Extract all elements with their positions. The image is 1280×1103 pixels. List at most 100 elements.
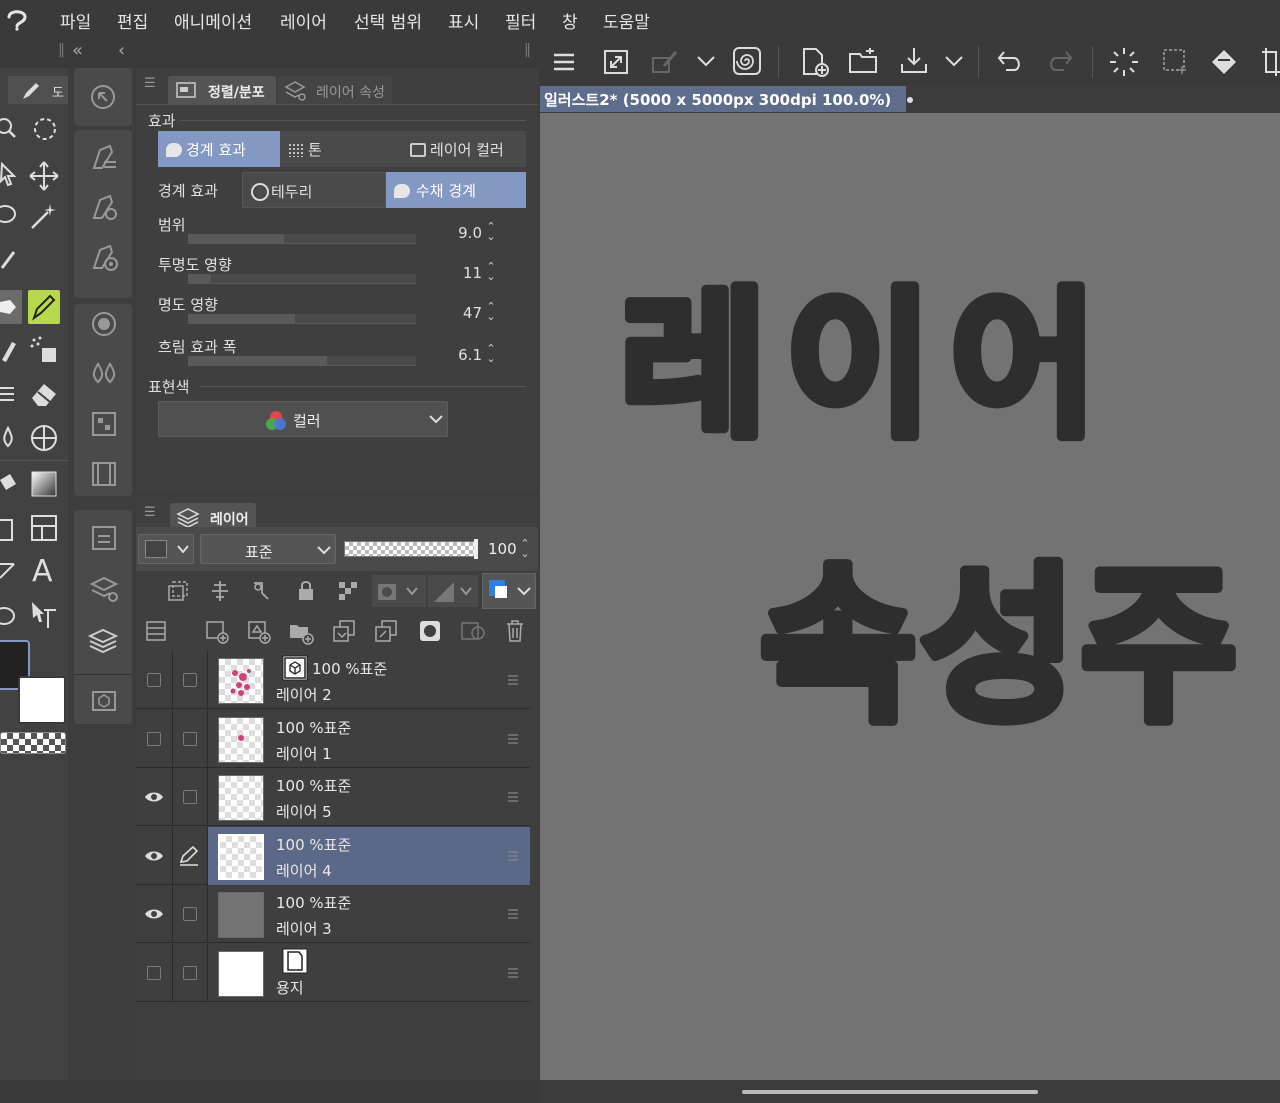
layer-color-dropdown[interactable] bbox=[138, 534, 194, 564]
tone-button[interactable]: 톤 bbox=[280, 131, 402, 167]
new-vector-layer-icon[interactable] bbox=[246, 619, 272, 645]
value-stepper[interactable]: ⌃ ⌄ bbox=[484, 343, 498, 366]
drawing-canvas[interactable]: 레이어 속성주 bbox=[540, 113, 1280, 1080]
zoom-icon[interactable] bbox=[0, 116, 18, 142]
apply-mask-icon[interactable] bbox=[460, 619, 486, 643]
transparent-color-swatch[interactable] bbox=[0, 732, 66, 754]
undo-icon[interactable] bbox=[996, 48, 1024, 76]
canvas-tab[interactable]: 일러스트2* (5000 x 5000px 300dpi 100.0%) bbox=[540, 86, 913, 112]
new-folder-icon[interactable] bbox=[288, 619, 314, 645]
gradient-icon[interactable] bbox=[30, 470, 58, 498]
lock-icon[interactable] bbox=[294, 579, 318, 603]
material-box-icon[interactable] bbox=[90, 686, 118, 714]
visibility-checkbox[interactable] bbox=[147, 731, 161, 746]
horizontal-scrollbar[interactable] bbox=[742, 1090, 1038, 1094]
chevron-down-icon[interactable] bbox=[944, 54, 964, 68]
clipping-icon[interactable] bbox=[166, 579, 190, 603]
layer-color-mode-dropdown[interactable] bbox=[482, 573, 536, 609]
menu-view[interactable]: 표시 bbox=[448, 8, 479, 33]
decoration-icon[interactable] bbox=[0, 380, 18, 408]
blend-mode-dropdown[interactable]: 표준 bbox=[200, 534, 336, 564]
collapse-double-icon[interactable]: « bbox=[72, 40, 83, 61]
blend-icon[interactable] bbox=[0, 424, 18, 452]
slider-track[interactable] bbox=[188, 234, 416, 244]
layer-row[interactable]: 100 %표준 레이어 4 bbox=[136, 826, 530, 885]
object-select-icon[interactable] bbox=[0, 160, 18, 188]
brush-icon[interactable] bbox=[0, 334, 18, 364]
drag-handle-icon[interactable] bbox=[508, 674, 518, 686]
frame-border-icon[interactable] bbox=[30, 514, 58, 542]
lock-checkbox[interactable] bbox=[183, 790, 197, 804]
tab-layer-property[interactable]: 레이어 속성 bbox=[278, 76, 392, 104]
lock-checkbox[interactable] bbox=[183, 965, 197, 980]
color-wheel-icon[interactable] bbox=[90, 310, 118, 338]
transfer-down-icon[interactable] bbox=[332, 619, 356, 643]
menu-edit[interactable]: 편집 bbox=[117, 8, 148, 33]
unsaved-dot-icon[interactable] bbox=[906, 97, 913, 103]
text-tool-icon[interactable]: A bbox=[32, 554, 53, 589]
spiral-icon[interactable] bbox=[732, 46, 762, 76]
grip-icon[interactable]: ‖ bbox=[524, 42, 531, 58]
lock-checkbox[interactable] bbox=[183, 731, 197, 746]
menu-animation[interactable]: 애니메이션 bbox=[174, 8, 252, 33]
border-effect-button[interactable]: 경계 효과 bbox=[158, 131, 280, 167]
layer-row[interactable]: 100 %표준 레이어 3 bbox=[136, 885, 530, 943]
hamburger-menu-icon[interactable] bbox=[552, 50, 576, 74]
new-canvas-icon[interactable] bbox=[800, 46, 830, 78]
collapse-icon[interactable]: ‹ bbox=[118, 40, 125, 61]
tab-align-distribute[interactable]: 정렬/분포 bbox=[168, 76, 276, 104]
opacity-slider[interactable] bbox=[344, 539, 478, 559]
menu-window[interactable]: 창 bbox=[562, 8, 578, 33]
grip-icon[interactable]: ‖ bbox=[58, 42, 65, 58]
layer-row[interactable]: 용지 bbox=[136, 943, 530, 1002]
draft-layer-icon[interactable] bbox=[250, 579, 274, 603]
opacity-slider-handle[interactable] bbox=[474, 539, 478, 559]
opacity-stepper[interactable]: ⌃ ⌄ bbox=[518, 538, 532, 561]
app-logo-icon[interactable] bbox=[4, 6, 30, 32]
drag-handle-icon[interactable] bbox=[508, 908, 518, 920]
pencil-tool-button[interactable] bbox=[28, 290, 60, 324]
menu-layer[interactable]: 레이어 bbox=[280, 8, 327, 33]
redo-icon[interactable] bbox=[1046, 48, 1074, 76]
layer-search-icon[interactable] bbox=[90, 574, 120, 604]
ruler-dropdown[interactable] bbox=[428, 575, 478, 607]
eyedropper-icon[interactable] bbox=[0, 244, 18, 272]
value-stepper[interactable]: ⌃ ⌄ bbox=[484, 301, 498, 324]
slider-value[interactable]: 6.1 bbox=[442, 346, 482, 364]
edit-selection-icon[interactable] bbox=[650, 48, 680, 76]
fill-tool-icon[interactable] bbox=[1208, 46, 1242, 78]
merge-down-icon[interactable] bbox=[374, 619, 398, 643]
menu-file[interactable]: 파일 bbox=[60, 8, 91, 33]
layers-stack-icon[interactable] bbox=[88, 626, 118, 656]
drag-handle-icon[interactable] bbox=[508, 850, 518, 862]
opacity-value[interactable]: 100 bbox=[488, 540, 517, 558]
airbrush-icon[interactable] bbox=[28, 334, 60, 366]
layer-row[interactable]: 100 %표준 레이어 2 bbox=[136, 651, 530, 709]
balloon-icon[interactable] bbox=[0, 602, 18, 630]
slider-value[interactable]: 9.0 bbox=[442, 224, 482, 242]
layer-list-icon[interactable] bbox=[144, 619, 168, 643]
material-grid-icon[interactable] bbox=[90, 410, 118, 438]
clear-spinner-icon[interactable] bbox=[1108, 46, 1140, 78]
lock-transparency-icon[interactable] bbox=[336, 579, 360, 603]
lock-checkbox[interactable] bbox=[183, 907, 197, 921]
menu-filter[interactable]: 필터 bbox=[505, 8, 536, 33]
layer-color-button[interactable]: 레이어 컬러 bbox=[402, 131, 526, 167]
menu-help[interactable]: 도움말 bbox=[603, 8, 650, 33]
eraser-icon[interactable] bbox=[28, 378, 60, 410]
slider-track[interactable] bbox=[188, 314, 416, 324]
pen-edit-icon[interactable] bbox=[178, 845, 200, 867]
expression-color-dropdown[interactable]: 컬러 bbox=[158, 401, 448, 437]
reference-layer-icon[interactable] bbox=[208, 579, 232, 603]
eye-icon[interactable] bbox=[144, 907, 164, 921]
film-icon[interactable] bbox=[90, 460, 118, 488]
fit-window-icon[interactable] bbox=[602, 48, 630, 76]
ruler-icon[interactable] bbox=[0, 558, 18, 586]
grid-globe-icon[interactable] bbox=[28, 422, 60, 454]
lasso-icon[interactable] bbox=[0, 202, 18, 230]
chevron-down-icon[interactable] bbox=[696, 54, 716, 68]
value-stepper[interactable]: ⌃ ⌄ bbox=[484, 261, 498, 284]
drag-handle-icon[interactable] bbox=[508, 791, 518, 803]
crop-icon[interactable] bbox=[1262, 46, 1280, 78]
move-icon[interactable] bbox=[28, 160, 60, 192]
